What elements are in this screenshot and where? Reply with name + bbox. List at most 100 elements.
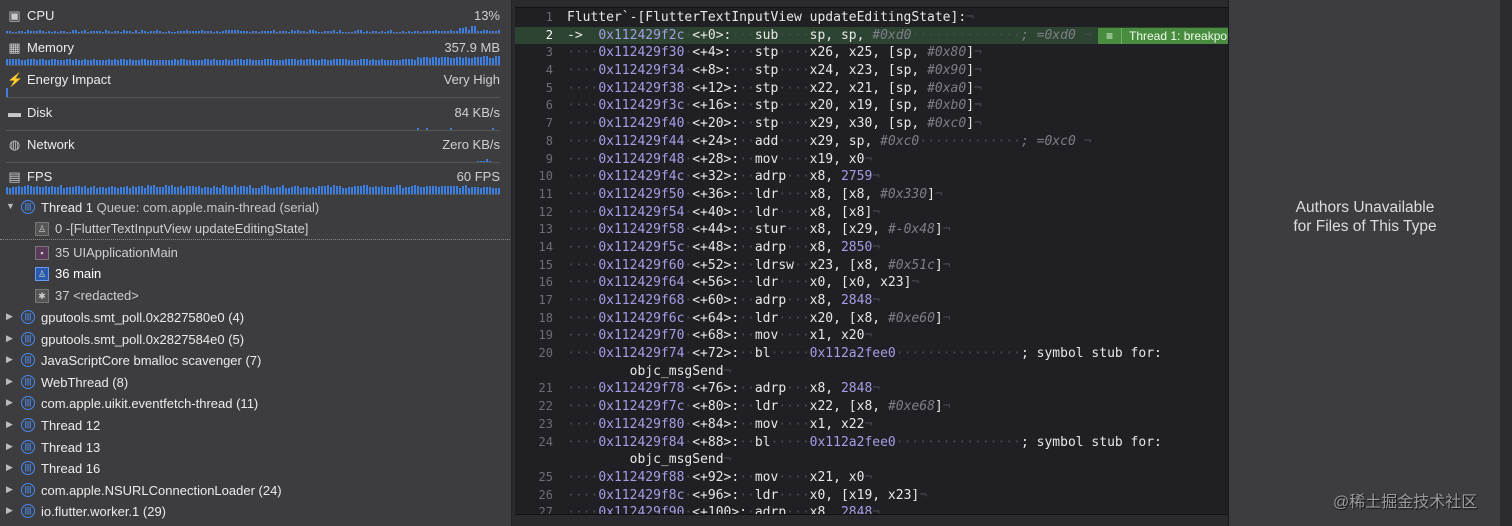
disclosure-closed-icon[interactable]: ▶ [6, 484, 13, 495]
code-line[interactable]: 13 ····0x112429f58·<+44>:··stur···x8, [x2… [515, 221, 1228, 239]
code-line[interactable]: 25 ····0x112429f88·<+92>:··mov····x21, x0… [515, 469, 1228, 487]
disclosure-open-icon[interactable]: ▼ [6, 201, 15, 211]
gauge-memory[interactable]: ▦ Memory 357.9 MB [0, 35, 510, 67]
stack-frame[interactable]: ♙ 36 main [0, 263, 510, 285]
code-token: <+48>: [692, 239, 740, 255]
thread-row[interactable]: ▶ ||| com.apple.uikit.eventfetch-thread (1… [0, 393, 510, 414]
gauge-network[interactable]: ◍ Network Zero KB/s [0, 132, 510, 164]
sparkline-bar [300, 59, 302, 65]
thread-row[interactable]: ▶ ||| io.flutter.worker.1 (29) [0, 501, 510, 522]
code-token: ] [927, 186, 935, 202]
thread-1-row[interactable]: ▼ ||| Thread 1 Queue: com.apple.main-threa… [0, 197, 510, 218]
code-line[interactable]: 3 ····0x112429f30·<+4>:···stp····x26, x25… [515, 44, 1228, 62]
code-line[interactable]: 8 ····0x112429f44·<+24>:··add····x29, sp,… [515, 133, 1228, 151]
disclosure-closed-icon[interactable]: ▶ [6, 419, 13, 430]
sparkline-bar [96, 59, 98, 65]
sparkline-bar [27, 185, 29, 194]
disclosure-closed-icon[interactable]: ▶ [6, 462, 13, 473]
code-line[interactable]: 26 ····0x112429f8c·<+96>:··ldr····x0, [x1… [515, 487, 1228, 505]
sparkline-bar [96, 187, 98, 194]
disclosure-closed-icon[interactable]: ▶ [6, 376, 13, 387]
whitespace-marker: ···· [567, 239, 599, 255]
disassembly-editor[interactable]: 1 Flutter`-[FlutterTextInputView updateEd… [515, 0, 1228, 526]
disclosure-closed-icon[interactable]: ▶ [6, 441, 13, 452]
code-line[interactable]: 7 ····0x112429f40·<+20>:··stp····x29, x30… [515, 115, 1228, 133]
disclosure-closed-icon[interactable]: ▶ [6, 311, 13, 322]
thread-row[interactable]: ▶ ||| Thread 12 [0, 415, 510, 436]
sparkline-bar [204, 59, 206, 65]
thread-row[interactable]: ▶ ||| gputools.smt_poll.0x2827580e0 (4) [0, 307, 510, 328]
sparkline-bar [75, 185, 77, 194]
code-line[interactable]: 19 ····0x112429f70·<+68>:··mov····x1, x20… [515, 327, 1228, 345]
code-line[interactable]: 6 ····0x112429f3c·<+16>:··stp····x20, x19… [515, 97, 1228, 115]
whitespace-marker: ¬ [974, 45, 982, 61]
code-line[interactable]: 12 ····0x112429f54·<+40>:··ldr····x8, [x8… [515, 204, 1228, 222]
sparkline-bar [156, 30, 158, 33]
gauge-fps[interactable]: ▤ FPS 60 FPS [0, 164, 510, 196]
code-line[interactable]: 14 ····0x112429f5c·<+48>:··adrp···x8, 285… [515, 239, 1228, 257]
authors-inspector: Authors Unavailable for Files of This Ty… [1228, 0, 1500, 526]
memory-icon: ▦ [8, 40, 21, 55]
sparkline-bar [360, 59, 362, 65]
sparkline-bar [372, 31, 374, 33]
stack-frame[interactable]: ♙ 0 -[FlutterTextInputView updateEditingS… [0, 218, 510, 240]
code-token: mov [754, 151, 779, 167]
sparkline-bar [306, 186, 308, 194]
sparkline-bar [441, 185, 443, 194]
sparkline-bar [201, 59, 203, 65]
sparkline-bar [279, 31, 281, 33]
code-line[interactable]: 16 ····0x112429f64·<+56>:··ldr····x0, [x0… [515, 274, 1228, 292]
gauge-cpu[interactable]: ▣ CPU 13% [0, 3, 510, 35]
code-line[interactable]: 10 ····0x112429f4c·<+32>:··adrp···x8, 275… [515, 168, 1228, 186]
disclosure-closed-icon[interactable]: ▶ [6, 505, 13, 516]
sparkline-bar [411, 185, 413, 194]
code-line[interactable]: 18 ····0x112429f6c·<+64>:··ldr····x20, [x… [515, 310, 1228, 328]
disclosure-closed-icon[interactable]: ▶ [6, 354, 13, 365]
sparkline-bar [216, 30, 218, 33]
disclosure-closed-icon[interactable]: ▶ [6, 333, 13, 344]
sparkline-bar [378, 31, 380, 33]
debug-bar[interactable] [515, 514, 1228, 526]
stack-frame[interactable]: ✱ 37 <redacted> [0, 285, 510, 307]
code-line[interactable]: 4 ····0x112429f34·<+8>:···stp····x24, x23… [515, 62, 1228, 80]
sparkline-bar [336, 59, 338, 65]
thread-row[interactable]: ▶ ||| com.apple.NSURLConnectionLoader (24) [0, 480, 510, 501]
scrollbar[interactable] [1500, 0, 1512, 526]
code-line[interactable]: 20 ····0x112429f74·<+72>:··bl·····0x112a2… [515, 345, 1228, 363]
whitespace-marker: ·· [739, 434, 755, 450]
code-line[interactable]: 9 ····0x112429f48·<+28>:··mov····x19, x0¬ [515, 151, 1228, 169]
gauge-energy-impact[interactable]: ⚡ Energy Impact Very High [0, 67, 510, 99]
code-line[interactable]: 17 ····0x112429f68·<+60>:··adrp···x8, 284… [515, 292, 1228, 310]
jump-bar[interactable] [515, 0, 1228, 8]
breakpoint-badge[interactable]: ≡ Thread 1: breakpoin... [1098, 27, 1228, 44]
code-line[interactable]: 2 -> 0x112429f2c·<+0>:···sub····sp, sp, #… [515, 26, 1228, 45]
thread-row[interactable]: ▶ ||| Thread 13 [0, 437, 510, 458]
code-line[interactable]: 23 ····0x112429f80·<+84>:··mov····x1, x22… [515, 416, 1228, 434]
code-line[interactable]: 24 ····0x112429f84·<+88>:··bl·····0x112a2… [515, 434, 1228, 452]
code-line[interactable]: 5 ····0x112429f38·<+12>:··stp····x22, x21… [515, 80, 1228, 98]
sparkline-bar [372, 187, 374, 194]
thread-row[interactable]: ▶ ||| WebThread (8) [0, 372, 510, 393]
disclosure-closed-icon[interactable]: ▶ [6, 397, 13, 408]
code-line[interactable]: 1 Flutter`-[FlutterTextInputView updateEd… [515, 9, 1228, 27]
sparkline-bar [414, 31, 416, 33]
sparkline-bar [60, 185, 62, 194]
whitespace-marker: ¬ [864, 151, 873, 167]
whitespace-marker [583, 28, 599, 43]
thread-row[interactable]: ▶ ||| Thread 16 [0, 458, 510, 479]
sparkline-bar [459, 57, 461, 65]
code-token: #0x51c [887, 257, 935, 273]
thread-row[interactable]: ▶ ||| JavaScriptCore bmalloc scavenger (7) [0, 350, 510, 371]
code-line[interactable]: 15 ····0x112429f60·<+52>:··ldrsw··x23, [x… [515, 257, 1228, 275]
code-line[interactable]: 22 ····0x112429f7c·<+80>:··ldr····x22, [x… [515, 398, 1228, 416]
sparkline-bar [120, 31, 122, 33]
code-line[interactable]: 11 ····0x112429f50·<+36>:··ldr····x8, [x8… [515, 186, 1228, 204]
sparkline-bar [210, 187, 212, 194]
sparkline-bar [225, 59, 227, 65]
line-number: 13 [538, 222, 553, 237]
sparkline-bar [480, 31, 482, 33]
code-line[interactable]: 21 ····0x112429f78·<+76>:··adrp···x8, 284… [515, 380, 1228, 398]
stack-frame[interactable]: ▪ 35 UIApplicationMain [0, 242, 510, 264]
gauge-disk[interactable]: ▬ Disk 84 KB/s [0, 100, 510, 132]
thread-row[interactable]: ▶ ||| gputools.smt_poll.0x2827584e0 (5) [0, 329, 510, 350]
